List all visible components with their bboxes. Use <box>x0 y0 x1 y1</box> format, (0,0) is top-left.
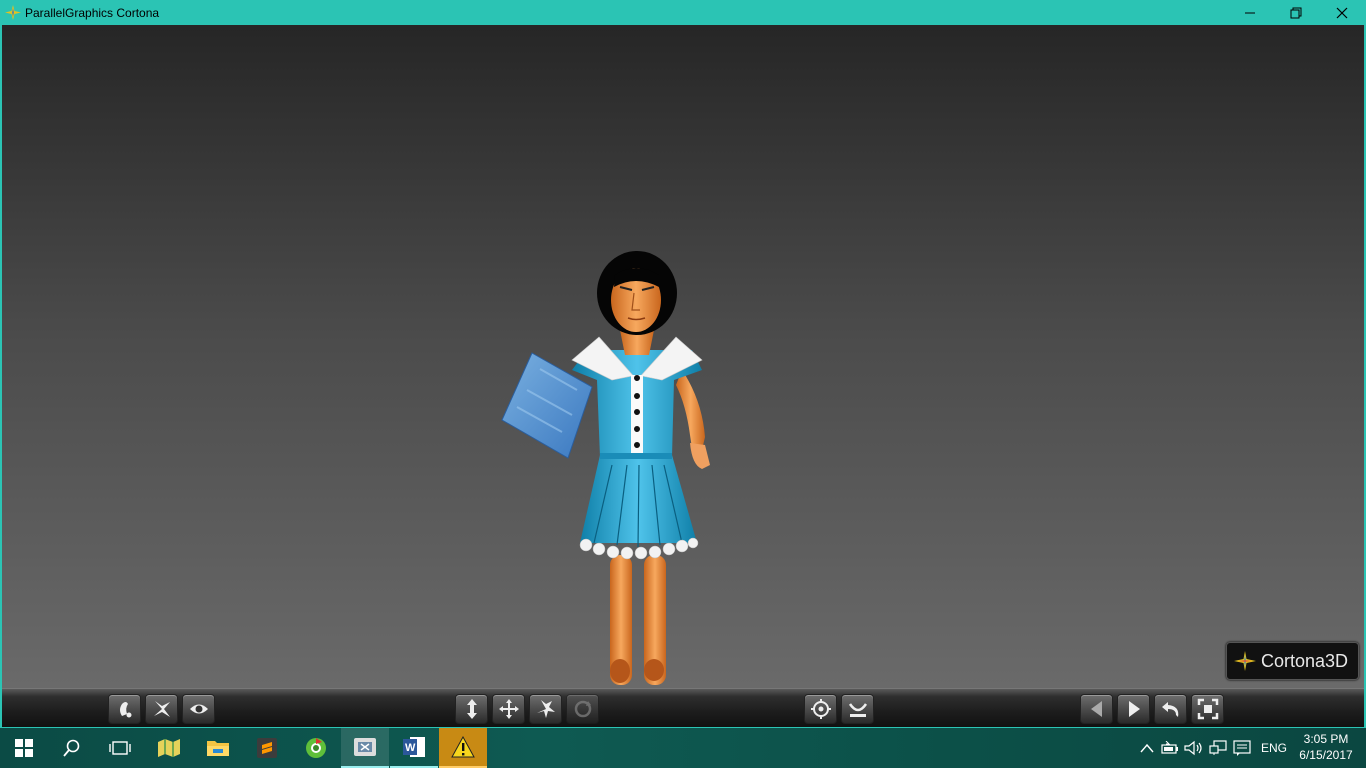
network-icon <box>1209 740 1227 755</box>
browser-icon <box>306 738 326 758</box>
close-button[interactable] <box>1319 0 1365 25</box>
battery-icon <box>1161 741 1178 754</box>
turn-icon <box>536 700 555 718</box>
turn-button[interactable] <box>529 694 562 724</box>
legs <box>610 555 666 685</box>
navigation-toolbar <box>2 688 1364 727</box>
next-viewpoint-button[interactable] <box>1117 694 1150 724</box>
close-icon <box>1336 7 1348 18</box>
app-file-explorer[interactable] <box>194 728 242 768</box>
skirt <box>579 455 699 560</box>
minimize-icon <box>1245 12 1255 13</box>
undo-icon <box>1161 702 1178 717</box>
pan-button[interactable] <box>492 694 525 724</box>
minimize-button[interactable] <box>1227 0 1273 25</box>
restore-viewpoint-button[interactable] <box>1154 694 1187 724</box>
fly-icon <box>153 701 170 717</box>
app-browser[interactable] <box>292 728 340 768</box>
svg-text:W: W <box>405 742 416 754</box>
cortona-app-icon <box>5 5 21 20</box>
triangle-right-icon <box>1128 701 1140 717</box>
warning-icon <box>451 736 475 758</box>
volume-icon <box>1184 740 1202 756</box>
study-mode-button[interactable] <box>182 694 215 724</box>
action-center-button[interactable] <box>1232 738 1252 758</box>
fly-mode-button[interactable] <box>145 694 178 724</box>
3d-viewport[interactable]: Cortona3D <box>2 25 1364 688</box>
eye-icon <box>189 704 208 714</box>
folder-icon <box>207 741 229 756</box>
previous-viewpoint-button[interactable] <box>1080 694 1113 724</box>
window-title: ParallelGraphics Cortona <box>25 6 160 20</box>
notification-icon <box>1233 740 1251 756</box>
app-cortona[interactable] <box>341 728 389 768</box>
triangle-left-icon <box>1090 701 1102 717</box>
roll-button[interactable] <box>566 694 599 724</box>
maps-icon <box>158 739 180 757</box>
plan-arrows-icon <box>466 699 477 719</box>
avatar-scene <box>501 251 710 685</box>
cortona-star-icon <box>1234 651 1256 671</box>
plan-button[interactable] <box>455 694 488 724</box>
battery-button[interactable] <box>1160 738 1180 758</box>
cortona-icon <box>354 738 376 756</box>
app-word[interactable]: W <box>390 728 438 768</box>
pan-arrows-icon <box>498 699 519 719</box>
language-indicator[interactable]: ENG <box>1261 741 1287 755</box>
task-view-button[interactable] <box>96 728 144 768</box>
right-arm <box>676 370 710 469</box>
show-hidden-icons-button[interactable] <box>1137 738 1157 758</box>
clock-time: 3:05 PM <box>1303 732 1349 746</box>
brand-text: Cortona3D <box>1261 651 1349 671</box>
footprint-icon <box>119 702 131 718</box>
task-view-icon <box>109 741 131 755</box>
windows-icon <box>15 739 33 757</box>
avatar-head <box>597 251 677 335</box>
search-button[interactable] <box>48 728 96 768</box>
restore-button[interactable] <box>1273 0 1319 25</box>
clock-date: 6/15/2017 <box>1299 748 1353 762</box>
roll-icon <box>574 700 591 718</box>
align-icon <box>848 703 867 717</box>
clock[interactable]: 3:05 PM 6/15/2017 <box>1294 731 1358 763</box>
fit-icon <box>1197 698 1218 720</box>
sublime-icon <box>257 738 277 758</box>
cortona3d-logo: Cortona3D <box>1226 642 1359 680</box>
target-icon <box>810 699 831 719</box>
fit-button[interactable] <box>1191 694 1224 724</box>
title-bar: ParallelGraphics Cortona <box>0 0 1366 25</box>
restore-icon <box>1290 7 1302 18</box>
app-warning[interactable] <box>439 728 487 768</box>
word-icon: W <box>403 737 425 757</box>
app-maps[interactable] <box>145 728 193 768</box>
start-button[interactable] <box>0 728 48 768</box>
network-button[interactable] <box>1208 738 1228 758</box>
volume-button[interactable] <box>1184 738 1204 758</box>
goto-button[interactable] <box>804 694 837 724</box>
align-button[interactable] <box>841 694 874 724</box>
app-sublime[interactable] <box>243 728 291 768</box>
windows-taskbar: W ENG 3:05 PM 6/15/2017 <box>0 728 1366 768</box>
search-icon <box>63 739 80 757</box>
chevron-up-icon <box>1140 743 1154 753</box>
walk-mode-button[interactable] <box>108 694 141 724</box>
